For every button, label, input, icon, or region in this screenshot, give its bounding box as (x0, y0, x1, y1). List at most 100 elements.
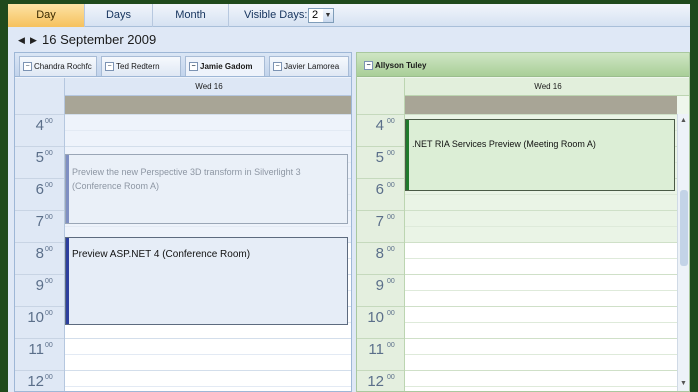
appointment[interactable]: .NET RIA Services Preview (Meeting Room … (405, 119, 675, 191)
hour-label: 7 00 (357, 210, 404, 242)
minute-superscript: 00 (387, 150, 395, 157)
resource-panel-right: − Allyson Tuley Wed 16 4 00 5 00 6 00 7 00 8 00 9 0… (356, 52, 690, 392)
hour-label: 11 00 (357, 338, 404, 370)
hour-label: 9 00 (357, 274, 404, 306)
time-slot[interactable] (405, 354, 677, 370)
resource-tab-label: Chandra Rochfc (34, 62, 92, 71)
scroll-up-icon[interactable]: ▲ (680, 117, 687, 124)
tab-day[interactable]: Day (8, 4, 85, 27)
scheduler: Day Days Month Visible Days: 2 ▼ ◀ ▶ 16 … (8, 4, 690, 392)
time-slot[interactable] (405, 290, 677, 306)
minute-superscript: 00 (387, 246, 395, 253)
view-toolbar: Day Days Month Visible Days: 2 ▼ (8, 4, 690, 27)
minute-superscript: 00 (387, 278, 395, 285)
hour-number: 12 (27, 373, 44, 390)
time-slot[interactable] (405, 338, 677, 354)
resource-tab-jamie[interactable]: − Jamie Gadom (185, 56, 265, 76)
time-slot[interactable] (65, 338, 351, 354)
minute-superscript: 00 (45, 118, 53, 125)
hour-number: 4 (375, 117, 384, 134)
tab-days[interactable]: Days (85, 4, 153, 27)
previous-arrow-icon[interactable]: ◀ (18, 35, 25, 46)
appointment[interactable]: Preview the new Perspective 3D transform… (65, 154, 348, 224)
hour-label: 4 00 (357, 114, 404, 146)
calendar-toggle-icon: − (364, 61, 373, 70)
current-date: 16 September 2009 (42, 32, 157, 47)
appointment[interactable]: Preview ASP.NET 4 (Conference Room) (65, 237, 348, 325)
hour-number: 10 (27, 309, 44, 326)
time-slot[interactable] (405, 226, 677, 242)
resource-tab-label: Javier Lamorea (284, 62, 340, 71)
time-slot[interactable] (65, 370, 351, 386)
time-grid[interactable]: .NET RIA Services Preview (Meeting Room … (405, 114, 677, 391)
resource-tab-chandra[interactable]: − Chandra Rochfc (19, 56, 97, 76)
hour-label: 11 00 (15, 338, 64, 370)
minute-superscript: 00 (45, 150, 53, 157)
minute-superscript: 00 (387, 182, 395, 189)
minute-superscript: 00 (45, 278, 53, 285)
visible-days-value: 2 (312, 9, 319, 21)
time-slot[interactable] (405, 370, 677, 386)
calendar-toggle-icon: − (23, 62, 32, 71)
hour-label: 4 00 (15, 114, 64, 146)
minute-superscript: 00 (387, 374, 395, 381)
minute-superscript: 00 (45, 342, 53, 349)
hour-number: 6 (375, 181, 384, 198)
hour-number: 11 (368, 341, 384, 358)
hour-label: 12 00 (357, 370, 404, 391)
scroll-down-icon[interactable]: ▼ (680, 380, 687, 387)
hour-label: 6 00 (15, 178, 64, 210)
time-slot[interactable] (65, 114, 351, 130)
scroll-thumb[interactable] (680, 190, 688, 266)
minute-superscript: 00 (387, 118, 395, 125)
hour-number: 10 (367, 309, 384, 326)
chevron-down-icon: ▼ (323, 9, 333, 22)
hour-number: 9 (35, 277, 44, 294)
minute-superscript: 00 (45, 214, 53, 221)
time-slot[interactable] (405, 242, 677, 258)
date-navigation: ◀ ▶ 16 September 2009 (8, 28, 690, 52)
calendar-toggle-icon: − (189, 62, 198, 71)
visible-days-select[interactable]: 2 ▼ (308, 8, 334, 23)
minute-superscript: 00 (387, 310, 395, 317)
hour-number: 12 (367, 373, 384, 390)
day-header: Wed 16 (405, 78, 689, 96)
hour-number: 5 (35, 149, 44, 166)
hour-label: 8 00 (15, 242, 64, 274)
hour-label: 5 00 (15, 146, 64, 178)
visible-days-label: Visible Days: (244, 9, 308, 21)
time-grid[interactable]: Preview the new Perspective 3D transform… (65, 114, 351, 391)
time-slot[interactable] (65, 130, 351, 146)
hour-label: 9 00 (15, 274, 64, 306)
time-column: 4 00 5 00 6 00 7 00 8 00 9 00 10 00 11 00 12 00 (357, 78, 405, 391)
resource-tab-allyson[interactable]: − Allyson Tuley (361, 56, 481, 76)
all-day-band[interactable] (405, 96, 677, 114)
resource-tab-javier[interactable]: − Javier Lamorea (269, 56, 349, 76)
resource-tab-ted[interactable]: − Ted Redtern (101, 56, 181, 76)
hour-number: 11 (28, 341, 44, 358)
resource-tabs: − Chandra Rochfc − Ted Redtern − Jamie G… (15, 53, 351, 77)
appointment-status-bar (66, 155, 69, 223)
time-slot[interactable] (405, 210, 677, 226)
hour-number: 7 (375, 213, 384, 230)
all-day-band[interactable] (65, 96, 351, 114)
hour-number: 4 (35, 117, 44, 134)
minute-superscript: 00 (45, 246, 53, 253)
time-slot[interactable] (405, 386, 677, 391)
time-slot[interactable] (65, 354, 351, 370)
hour-label: 10 00 (15, 306, 64, 338)
tab-month[interactable]: Month (153, 4, 229, 27)
time-slot[interactable] (405, 322, 677, 338)
time-slot[interactable] (405, 306, 677, 322)
calendar-toggle-icon: − (105, 62, 114, 71)
next-arrow-icon[interactable]: ▶ (30, 35, 37, 46)
time-slot[interactable] (405, 274, 677, 290)
time-slot[interactable] (405, 194, 677, 210)
time-slot[interactable] (405, 258, 677, 274)
hour-label: 6 00 (357, 178, 404, 210)
vertical-scrollbar[interactable]: ▲ ▼ (677, 114, 689, 391)
hour-number: 8 (375, 245, 384, 262)
hour-label: 5 00 (357, 146, 404, 178)
hour-label: 10 00 (357, 306, 404, 338)
time-slot[interactable] (65, 386, 351, 391)
